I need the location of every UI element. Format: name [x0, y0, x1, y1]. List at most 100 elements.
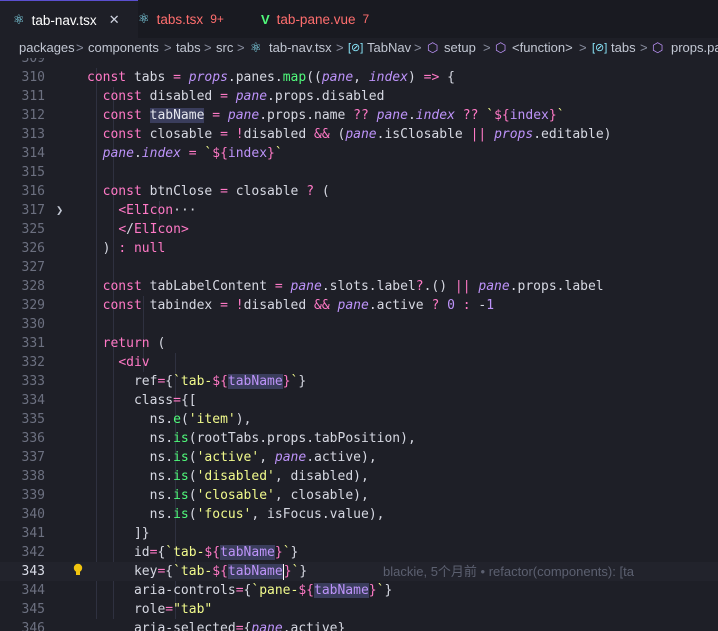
tab-tab-pane-vue[interactable]: V tab-pane.vue 7	[248, 0, 411, 38]
breadcrumb-item-tabs-var[interactable]: tabs	[611, 40, 636, 55]
code-text[interactable]: ns.is(rootTabs.props.tabPosition),	[87, 429, 416, 448]
breadcrumb-item-file[interactable]: tab-nav.tsx	[269, 40, 332, 55]
code-line[interactable]: 317 ❯ <ElIcon···	[0, 201, 718, 220]
line-number: 327	[21, 260, 45, 275]
code-line[interactable]: 333 ref={`tab-${tabName}`}	[0, 372, 718, 391]
code-text[interactable]: const closable = !disabled && (pane.isCl…	[87, 125, 612, 144]
line-number: 312	[21, 108, 45, 123]
tab-label: tab-pane.vue	[276, 11, 356, 27]
code-line[interactable]: 339 ns.is('closable', closable),	[0, 486, 718, 505]
code-line[interactable]: 310 const tabs = props.panes.map((pane, i…	[0, 68, 718, 87]
code-line[interactable]: 331 return (	[0, 334, 718, 353]
code-text[interactable]: ref={`tab-${tabName}`}	[87, 372, 306, 391]
code-text[interactable]: return (	[87, 334, 166, 353]
code-line[interactable]: 344 aria-controls={`pane-${tabName}`}	[0, 581, 718, 600]
code-line[interactable]: 328 const tabLabelContent = pane.slots.l…	[0, 277, 718, 296]
code-line[interactable]: 345 role="tab"	[0, 600, 718, 619]
chevron-right-icon: >	[164, 40, 172, 55]
tab-label: tabs.tsx	[156, 11, 204, 27]
line-number: 329	[21, 298, 45, 313]
line-number: 316	[21, 184, 45, 199]
code-line[interactable]: 335 ns.e('item'),	[0, 410, 718, 429]
code-text[interactable]: const disabled = pane.props.disabled	[87, 87, 385, 106]
code-text[interactable]: ]}	[87, 524, 150, 543]
code-text[interactable]: ns.is('closable', closable),	[87, 486, 369, 505]
code-text[interactable]: aria-controls={`pane-${tabName}`}	[87, 581, 392, 600]
react-icon: ⚛	[250, 40, 262, 55]
code-line[interactable]: 315	[0, 163, 718, 182]
code-text[interactable]: </ElIcon>	[87, 220, 188, 239]
line-number: 314	[21, 146, 45, 161]
breadcrumb-item-src[interactable]: src	[216, 40, 233, 55]
code-line[interactable]: 326 ) : null	[0, 239, 718, 258]
breadcrumb-item-packages[interactable]: packages	[19, 40, 75, 55]
chevron-right-icon: >	[76, 40, 84, 55]
breadcrumb-item-function[interactable]: <function>	[512, 40, 573, 55]
code-text[interactable]: id={`tab-${tabName}`}	[87, 543, 298, 562]
code-line[interactable]: 340 ns.is('focus', isFocus.value),	[0, 505, 718, 524]
line-number: 334	[21, 393, 45, 408]
tab-tab-nav-tsx[interactable]: ⚛ tab-nav.tsx ✕	[0, 0, 138, 39]
code-line[interactable]: 329 const tabindex = !disabled && pane.a…	[0, 296, 718, 315]
code-line[interactable]: 309	[0, 58, 718, 68]
vue-icon: V	[261, 11, 270, 27]
breadcrumb-item-props[interactable]: props.pa	[671, 40, 718, 55]
code-line[interactable]: 313 const closable = !disabled && (pane.…	[0, 125, 718, 144]
code-line[interactable]: 343 key={`tab-${tabName}`} blackie, 5个月前 …	[0, 562, 718, 581]
code-text[interactable]: key={`tab-${tabName}`}	[87, 562, 307, 581]
code-line[interactable]: 337 ns.is('active', pane.active),	[0, 448, 718, 467]
code-text[interactable]: <ElIcon···	[87, 201, 196, 220]
code-line[interactable]: 334 class={[	[0, 391, 718, 410]
code-text[interactable]: aria-selected={pane.active}	[87, 619, 345, 631]
line-number: 336	[21, 431, 45, 446]
code-line[interactable]: 342 id={`tab-${tabName}`}	[0, 543, 718, 562]
code-text[interactable]: ) : null	[87, 239, 166, 258]
code-text[interactable]: class={[	[87, 391, 197, 410]
code-editor[interactable]: 309 310 const tabs = props.panes.map((pane…	[0, 58, 718, 631]
tab-tabs-tsx[interactable]: ⚛ tabs.tsx 9+	[125, 0, 248, 38]
code-line[interactable]: 346 aria-selected={pane.active}	[0, 619, 718, 631]
line-number: 342	[21, 545, 45, 560]
problem-count-badge: 9+	[210, 12, 224, 26]
code-line[interactable]: 311 const disabled = pane.props.disabled	[0, 87, 718, 106]
code-text[interactable]: const btnClose = closable ? (	[87, 182, 330, 201]
line-number: 337	[21, 450, 45, 465]
breadcrumb-item-setup[interactable]: setup	[444, 40, 476, 55]
line-number: 331	[21, 336, 45, 351]
code-text[interactable]: role="tab"	[87, 600, 212, 619]
react-icon: ⚛	[13, 12, 25, 27]
code-line[interactable]: 316 const btnClose = closable ? (	[0, 182, 718, 201]
code-line[interactable]: 325 </ElIcon>	[0, 220, 718, 239]
code-line[interactable]: 312 const tabName = pane.props.name ?? p…	[0, 106, 718, 125]
code-line[interactable]: 336 ns.is(rootTabs.props.tabPosition),	[0, 429, 718, 448]
code-text[interactable]: const tabs = props.panes.map((pane, inde…	[87, 68, 455, 87]
breadcrumb-item-tabnav[interactable]: TabNav	[367, 40, 411, 55]
code-line[interactable]: 341 ]}	[0, 524, 718, 543]
chevron-right-icon: >	[204, 40, 212, 55]
code-text[interactable]: const tabLabelContent = pane.slots.label…	[87, 277, 604, 296]
code-line[interactable]: 327	[0, 258, 718, 277]
code-text[interactable]: pane.index = `${index}`	[87, 144, 283, 163]
code-line[interactable]: 338 ns.is('disabled', disabled),	[0, 467, 718, 486]
line-number: 313	[21, 127, 45, 142]
symbol-variable-icon: [⊘]	[348, 42, 364, 54]
code-line[interactable]: 330	[0, 315, 718, 334]
code-text[interactable]: ns.is('disabled', disabled),	[87, 467, 369, 486]
breadcrumb-item-components[interactable]: components	[88, 40, 159, 55]
line-number: 333	[21, 374, 45, 389]
code-text[interactable]: <div	[87, 353, 149, 372]
breadcrumb-item-tabs[interactable]: tabs	[176, 40, 201, 55]
code-text[interactable]: const tabindex = !disabled && pane.activ…	[87, 296, 494, 315]
code-text[interactable]: ns.is('active', pane.active),	[87, 448, 377, 467]
code-text[interactable]: ns.is('focus', isFocus.value),	[87, 505, 385, 524]
code-text[interactable]: ns.e('item'),	[87, 410, 252, 429]
code-text[interactable]: const tabName = pane.props.name ?? pane.…	[87, 106, 565, 125]
code-line[interactable]: 332 <div	[0, 353, 718, 372]
react-icon: ⚛	[138, 11, 150, 26]
line-number: 340	[21, 507, 45, 522]
chevron-right-icon: >	[237, 40, 245, 55]
lightbulb-icon[interactable]	[73, 563, 83, 577]
chevron-right-icon[interactable]: ❯	[56, 201, 63, 220]
close-icon[interactable]: ✕	[109, 12, 120, 28]
code-line[interactable]: 314 pane.index = `${index}`	[0, 144, 718, 163]
